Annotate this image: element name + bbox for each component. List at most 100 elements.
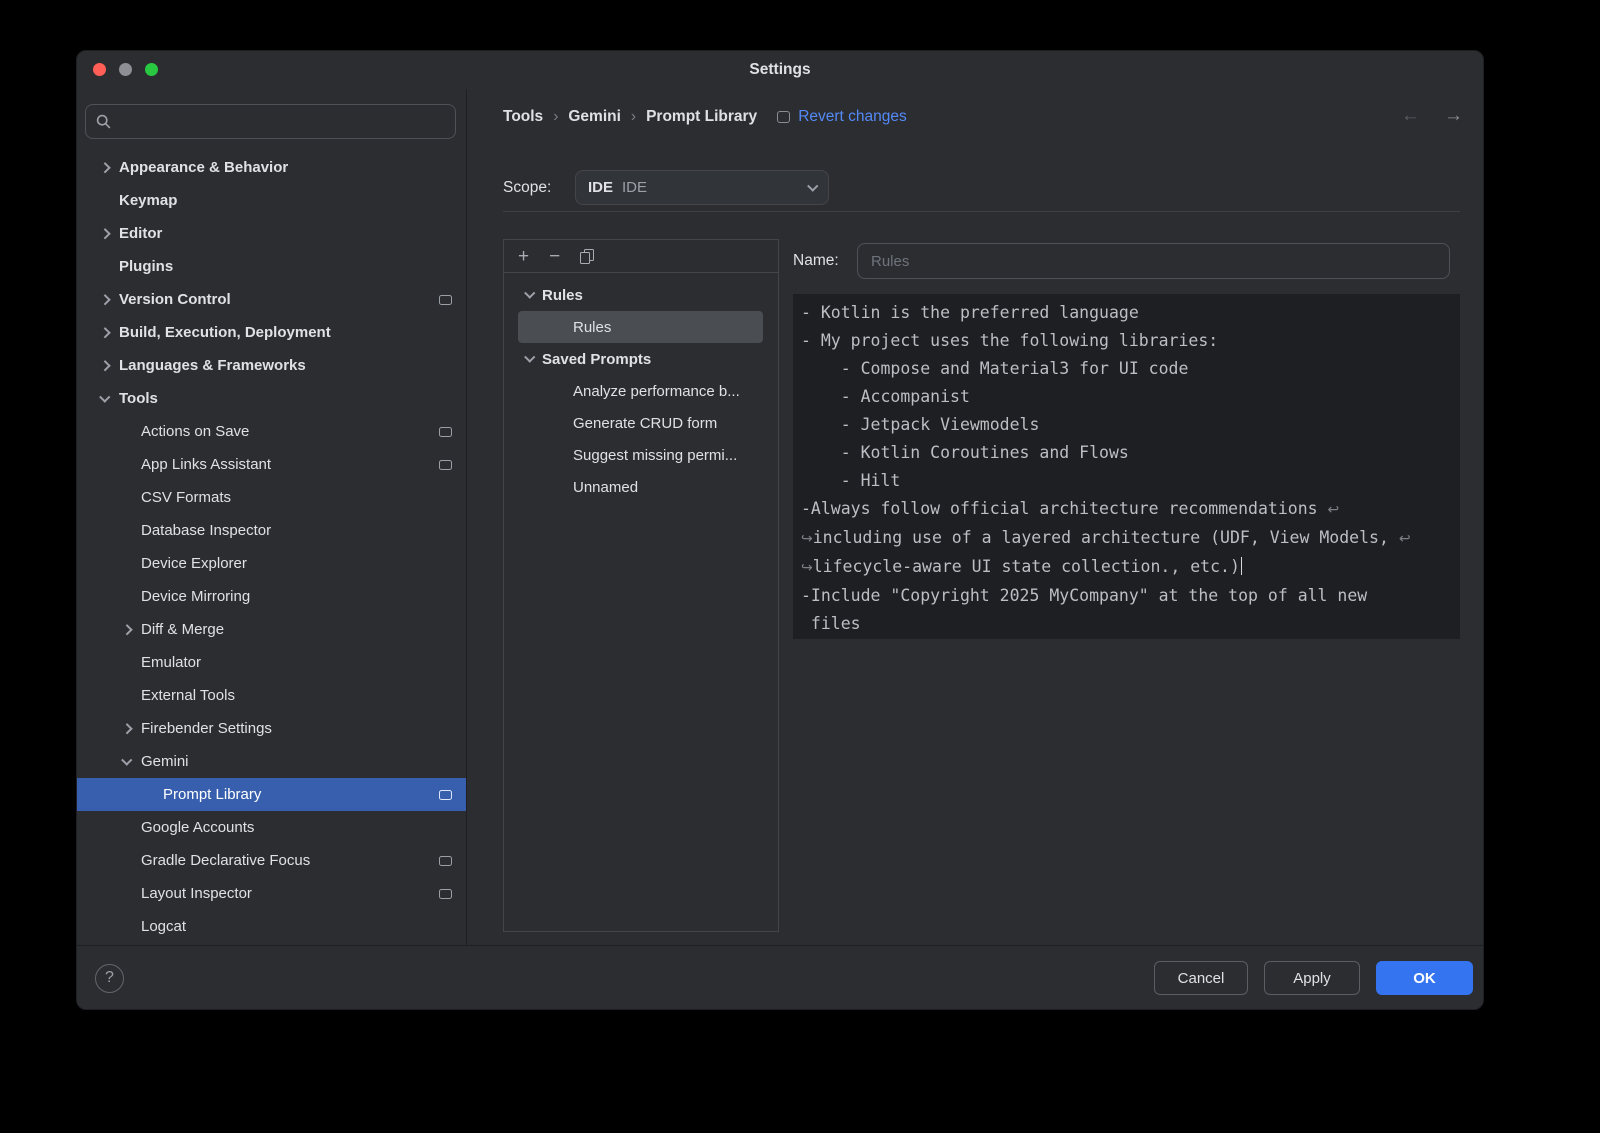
chevron-right-icon[interactable]: [100, 294, 111, 305]
editor-line-text: - Jetpack Viewmodels: [801, 415, 1039, 434]
sidebar-item-label: Firebender Settings: [141, 720, 272, 737]
sidebar-item-diff-merge[interactable]: Diff & Merge: [77, 613, 466, 646]
config-icon: [439, 427, 452, 437]
editor-line: - My project uses the following librarie…: [801, 327, 1452, 355]
editor-line-text: lifecycle-aware UI state collection., et…: [813, 557, 1240, 576]
chevron-right-icon[interactable]: [122, 723, 133, 734]
sidebar-item-layout-inspector[interactable]: Layout Inspector: [77, 877, 466, 910]
add-prompt-button[interactable]: +: [518, 247, 529, 266]
sidebar-item-external-tools[interactable]: External Tools: [77, 679, 466, 712]
chevron-slot: [518, 293, 542, 297]
zoom-button[interactable]: [145, 63, 158, 76]
prompt-group-rules[interactable]: Rules: [504, 279, 778, 311]
search-box[interactable]: [85, 104, 456, 139]
prompt-list: RulesRules Saved Prompts Analyze performan…: [504, 273, 778, 503]
prompt-item-label: Generate CRUD form: [573, 415, 717, 432]
sidebar-item-tools[interactable]: Tools: [77, 382, 466, 415]
sidebar-item-gradle-declarative-focus[interactable]: Gradle Declarative Focus: [77, 844, 466, 877]
scope-dropdown[interactable]: IDE IDE: [575, 170, 829, 205]
editor-line: - Kotlin is the preferred language: [801, 299, 1452, 327]
sidebar-item-label: Keymap: [119, 192, 177, 209]
revert-changes-link[interactable]: Revert changes: [798, 108, 907, 126]
sidebar-item-actions-on-save[interactable]: Actions on Save: [77, 415, 466, 448]
chevron-slot: [518, 357, 542, 361]
sidebar-item-prompt-library[interactable]: Prompt Library: [77, 778, 466, 811]
minimize-button[interactable]: [119, 63, 132, 76]
sidebar-item-emulator[interactable]: Emulator: [77, 646, 466, 679]
search-input[interactable]: [118, 113, 445, 131]
sidebar-item-gemini[interactable]: Gemini: [77, 745, 466, 778]
sidebar-item-app-links-assistant[interactable]: App Links Assistant: [77, 448, 466, 481]
sidebar-item-version-control[interactable]: Version Control: [77, 283, 466, 316]
sidebar-item-device-mirroring[interactable]: Device Mirroring: [77, 580, 466, 613]
window-controls: [93, 63, 158, 76]
chevron-down-icon: [807, 181, 818, 192]
settings-sidebar: Appearance & Behavior Keymap EditorPlugins…: [77, 89, 467, 945]
prompt-panel: + − RulesRules Saved Prompts Analyze perfo…: [503, 239, 779, 932]
sidebar-item-csv-formats[interactable]: CSV Formats: [77, 481, 466, 514]
chevron-down-icon[interactable]: [525, 288, 536, 299]
prompt-item-analyze-performance-b[interactable]: Analyze performance b...: [504, 375, 778, 407]
sidebar-item-firebender-settings[interactable]: Firebender Settings: [77, 712, 466, 745]
sidebar-item-device-explorer[interactable]: Device Explorer: [77, 547, 466, 580]
prompt-item-label: Saved Prompts: [542, 351, 651, 368]
chevron-down-icon[interactable]: [122, 754, 133, 765]
sidebar-item-appearance-behavior[interactable]: Appearance & Behavior: [77, 151, 466, 184]
back-arrow-icon[interactable]: ←: [1401, 105, 1420, 127]
editor-line: ↪lifecycle-aware UI state collection., e…: [801, 553, 1452, 582]
footer-bar: ? Cancel Apply OK: [77, 945, 1483, 1010]
sidebar-item-languages-frameworks[interactable]: Languages & Frameworks: [77, 349, 466, 382]
scope-value-secondary: IDE: [622, 179, 647, 196]
history-nav: ← →: [1401, 105, 1463, 127]
chevron-right-icon[interactable]: [100, 360, 111, 371]
ok-button[interactable]: OK: [1376, 961, 1473, 995]
chevron-down-icon[interactable]: [100, 391, 111, 402]
prompt-item-rules[interactable]: Rules: [518, 311, 763, 343]
breadcrumb-item-gemini[interactable]: Gemini: [568, 108, 621, 126]
name-input[interactable]: [857, 243, 1450, 279]
sidebar-item-plugins[interactable]: Plugins: [77, 250, 466, 283]
apply-button[interactable]: Apply: [1264, 961, 1360, 995]
sidebar-item-build-execution-deployment[interactable]: Build, Execution, Deployment: [77, 316, 466, 349]
chevron-right-icon[interactable]: [122, 624, 133, 635]
sidebar-item-label: Device Explorer: [141, 555, 247, 572]
breadcrumb-item-prompt-library[interactable]: Prompt Library: [646, 108, 757, 126]
close-button[interactable]: [93, 63, 106, 76]
copy-prompt-icon[interactable]: [580, 249, 594, 264]
main-pane: Tools›Gemini›Prompt Library Revert chang…: [467, 89, 1483, 945]
revert-icon: [777, 111, 790, 123]
config-icon: [439, 856, 452, 866]
chevron-right-icon[interactable]: [100, 228, 111, 239]
sidebar-tree: Appearance & Behavior Keymap EditorPlugins…: [77, 151, 466, 943]
sidebar-item-keymap[interactable]: Keymap: [77, 184, 466, 217]
scope-value-primary: IDE: [588, 179, 613, 196]
sidebar-item-logcat[interactable]: Logcat: [77, 910, 466, 943]
prompt-editor[interactable]: - Kotlin is the preferred language- My p…: [793, 294, 1460, 639]
text-cursor: [1241, 557, 1243, 575]
sidebar-item-google-accounts[interactable]: Google Accounts: [77, 811, 466, 844]
editor-line: ↪including use of a layered architecture…: [801, 524, 1452, 553]
remove-prompt-button[interactable]: −: [549, 247, 560, 266]
sidebar-item-label: Gemini: [141, 753, 189, 770]
sidebar-item-label: Languages & Frameworks: [119, 357, 306, 374]
revert-wrap: Revert changes: [777, 108, 907, 126]
chevron-right-icon[interactable]: [100, 162, 111, 173]
prompt-item-generate-crud-form[interactable]: Generate CRUD form: [504, 407, 778, 439]
forward-arrow-icon[interactable]: →: [1444, 105, 1463, 127]
cancel-button[interactable]: Cancel: [1154, 961, 1248, 995]
prompt-item-unnamed[interactable]: Unnamed: [504, 471, 778, 503]
help-button[interactable]: ?: [95, 964, 124, 993]
sidebar-item-label: Google Accounts: [141, 819, 254, 836]
chevron-slot: [113, 760, 141, 764]
chevron-slot: [91, 164, 119, 172]
chevron-down-icon[interactable]: [525, 352, 536, 363]
prompt-item-suggest-missing-permi[interactable]: Suggest missing permi...: [504, 439, 778, 471]
chevron-right-icon[interactable]: [100, 327, 111, 338]
sidebar-item-database-inspector[interactable]: Database Inspector: [77, 514, 466, 547]
sidebar-item-label: Database Inspector: [141, 522, 271, 539]
prompt-group-saved-prompts[interactable]: Saved Prompts: [504, 343, 778, 375]
breadcrumb-item-tools[interactable]: Tools: [503, 108, 543, 126]
sidebar-item-editor[interactable]: Editor: [77, 217, 466, 250]
divider: [503, 211, 1460, 212]
config-icon: [439, 295, 452, 305]
